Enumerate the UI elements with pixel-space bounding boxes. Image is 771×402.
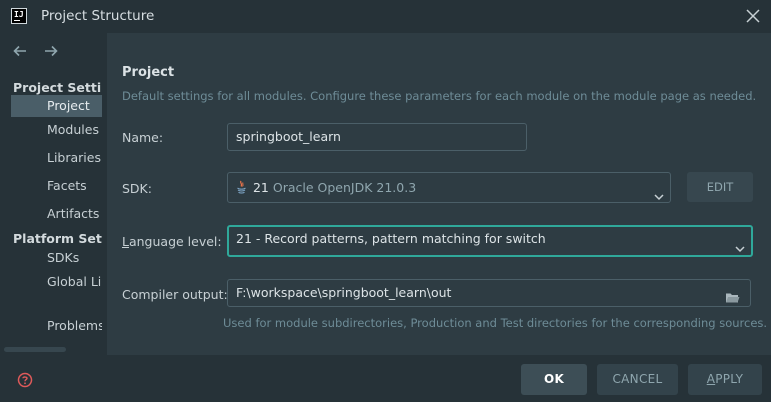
compiler-output-input[interactable]: F:\workspace\springboot_learn\out xyxy=(227,279,751,307)
section-platform-settings: Platform Settings xyxy=(13,231,102,246)
sdk-version: 21 xyxy=(252,180,269,195)
app-logo-text: IJ xyxy=(14,10,24,19)
title-bar: IJ Project Structure xyxy=(0,0,771,33)
back-arrow-icon[interactable] xyxy=(13,45,29,59)
java-icon xyxy=(236,175,247,194)
name-label: Name: xyxy=(122,130,164,145)
close-icon[interactable] xyxy=(743,6,763,26)
nav-arrows xyxy=(13,45,71,60)
sidebar-item-project[interactable]: Project xyxy=(11,95,102,117)
chevron-down-icon xyxy=(735,237,745,253)
compiler-output-value: F:\workspace\springboot_learn\out xyxy=(236,285,452,300)
sidebar-item-artifacts[interactable]: Artifacts xyxy=(11,203,102,225)
window-title: Project Structure xyxy=(41,8,155,24)
sdk-name: Oracle OpenJDK 21.0.3 xyxy=(272,180,417,195)
compiler-output-hint: Used for module subdirectories, Producti… xyxy=(223,316,768,330)
help-icon[interactable] xyxy=(17,372,33,388)
sidebar-item-sdks[interactable]: SDKs xyxy=(11,247,102,269)
sidebar-item-modules[interactable]: Modules xyxy=(11,119,102,141)
main-panel: Project Default settings for all modules… xyxy=(107,33,771,355)
forward-arrow-icon[interactable] xyxy=(44,45,60,59)
language-level-dropdown[interactable]: 21 - Record patterns, pattern matching f… xyxy=(227,225,753,257)
apply-button[interactable]: APPLY xyxy=(688,364,762,395)
edit-sdk-button[interactable]: EDIT xyxy=(687,172,753,202)
page-title: Project xyxy=(122,65,175,80)
sidebar-item-global-libraries[interactable]: Global Libraries xyxy=(11,271,102,293)
ok-button[interactable]: OK xyxy=(521,364,587,395)
sidebar-item-libraries[interactable]: Libraries xyxy=(11,147,102,169)
name-input[interactable]: springboot_learn xyxy=(227,123,527,151)
sdk-dropdown[interactable]: 21 Oracle OpenJDK 21.0.3 xyxy=(227,172,671,203)
sidebar-item-problems[interactable]: Problems xyxy=(11,315,102,337)
app-logo-icon: IJ xyxy=(11,8,27,24)
cancel-button[interactable]: CANCEL xyxy=(597,364,678,395)
folder-icon[interactable] xyxy=(725,287,740,303)
sdk-label: SDK: xyxy=(122,181,152,196)
sidebar-scrollbar[interactable] xyxy=(4,347,66,352)
compiler-output-label: Compiler output: xyxy=(122,287,228,302)
sidebar: Project Settings Project Modules Librari… xyxy=(0,33,102,355)
page-description: Default settings for all modules. Config… xyxy=(122,89,757,103)
chevron-down-icon xyxy=(654,182,664,201)
language-level-label: Language level: xyxy=(122,234,222,249)
sidebar-item-facets[interactable]: Facets xyxy=(11,175,102,197)
language-level-value: 21 - Record patterns, pattern matching f… xyxy=(236,231,546,246)
section-project-settings: Project Settings xyxy=(13,80,102,95)
